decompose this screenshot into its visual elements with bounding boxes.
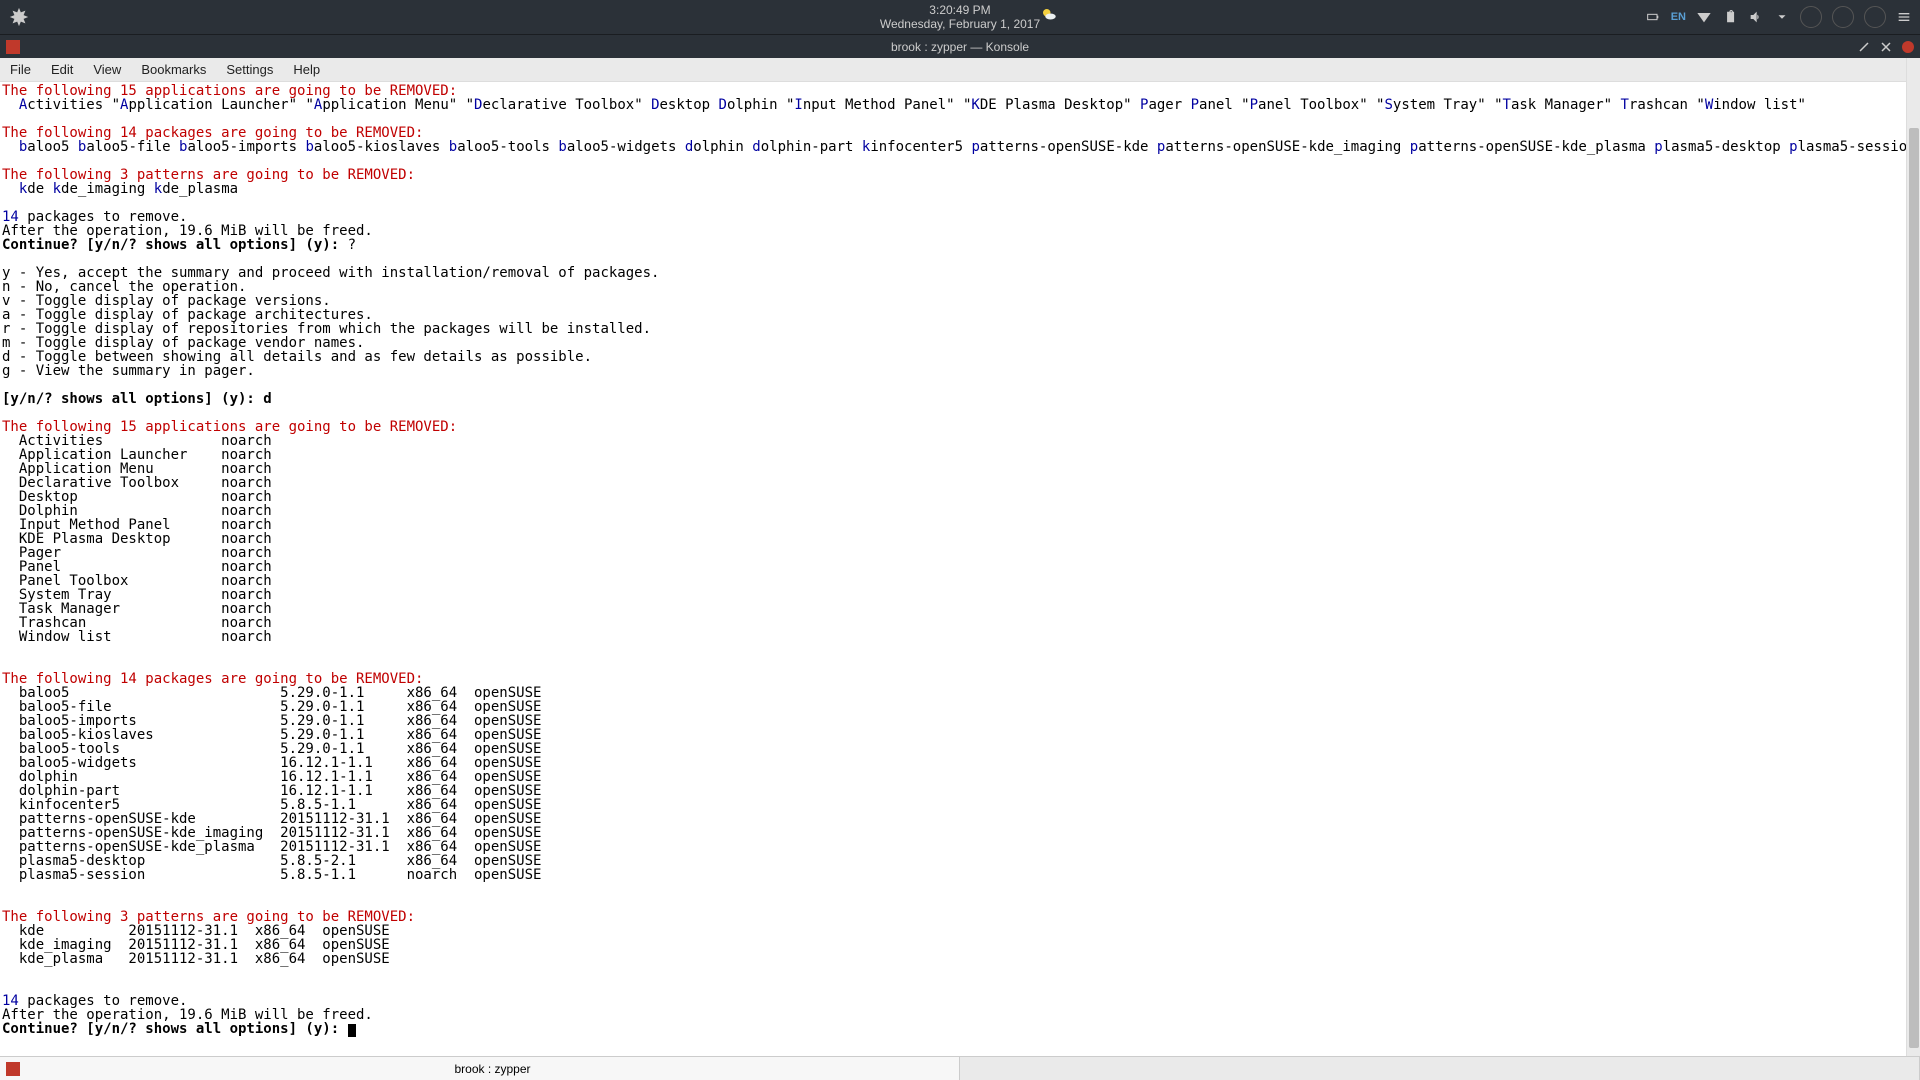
menu-settings[interactable]: Settings	[216, 58, 283, 81]
tab-1[interactable]: brook : zypper	[0, 1057, 960, 1080]
kde-logo-icon[interactable]	[8, 6, 30, 28]
konsole-icon	[6, 40, 20, 54]
hamburger-icon[interactable]	[1896, 9, 1912, 25]
battery-icon[interactable]	[1645, 9, 1661, 25]
chevron-down-icon[interactable]	[1774, 9, 1790, 25]
volume-icon[interactable]	[1748, 9, 1764, 25]
maximize-button[interactable]	[1880, 41, 1892, 53]
scrollbar-thumb[interactable]	[1909, 128, 1919, 1048]
user-avatar-2[interactable]	[1832, 6, 1854, 28]
user-avatar-3[interactable]	[1864, 6, 1886, 28]
window-titlebar[interactable]: brook : zypper — Konsole	[0, 34, 1920, 58]
menubar: File Edit View Bookmarks Settings Help	[0, 58, 1920, 82]
clock-time[interactable]: 3:20:49 PM	[880, 3, 1040, 17]
tabbar: brook : zypper	[0, 1056, 1920, 1080]
menu-edit[interactable]: Edit	[41, 58, 83, 81]
user-avatar-1[interactable]	[1800, 6, 1822, 28]
plasma-panel: 3:20:49 PM Wednesday, February 1, 2017 E…	[0, 0, 1920, 34]
window-title: brook : zypper — Konsole	[891, 40, 1029, 54]
menu-help[interactable]: Help	[283, 58, 330, 81]
minimize-button[interactable]	[1858, 41, 1870, 53]
weather-icon[interactable]	[1040, 6, 1058, 24]
scrollbar[interactable]	[1906, 58, 1920, 1062]
clipboard-icon[interactable]	[1722, 9, 1738, 25]
terminal-output[interactable]: The following 15 applications are going …	[0, 82, 1920, 1072]
tab-label: brook : zypper	[26, 1062, 959, 1076]
network-icon[interactable]	[1696, 9, 1712, 25]
close-button[interactable]	[1902, 41, 1914, 53]
menu-view[interactable]: View	[83, 58, 131, 81]
menu-file[interactable]: File	[0, 58, 41, 81]
menu-bookmarks[interactable]: Bookmarks	[131, 58, 216, 81]
tab-konsole-icon	[6, 1062, 20, 1076]
clock-date[interactable]: Wednesday, February 1, 2017	[880, 17, 1040, 31]
tab-new-area[interactable]	[960, 1057, 1920, 1080]
keyboard-layout-indicator[interactable]: EN	[1671, 11, 1686, 23]
